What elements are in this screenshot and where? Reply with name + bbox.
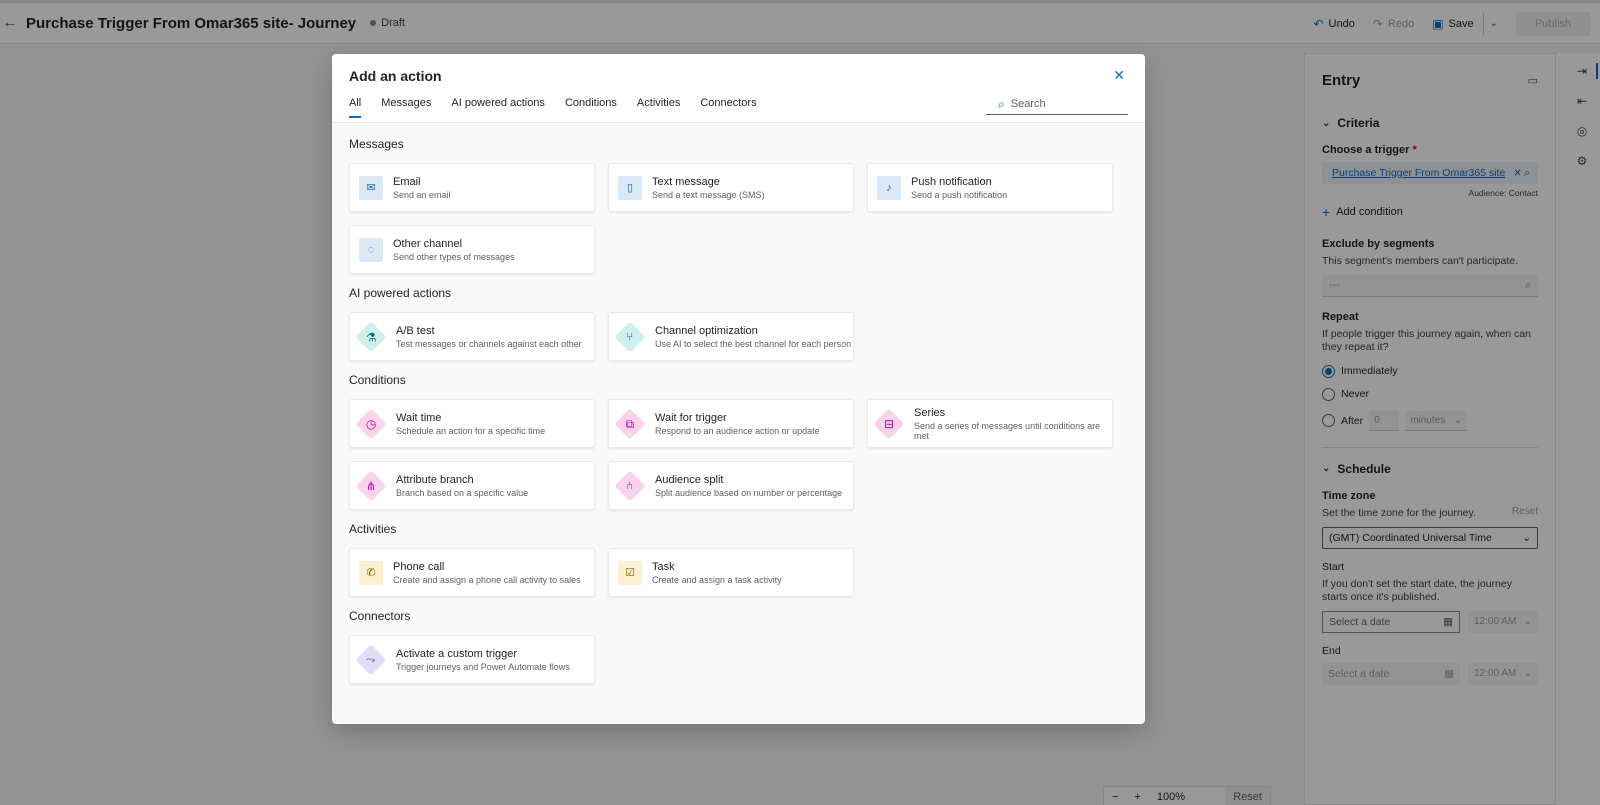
action-tabs: All Messages AI powered actions Conditio… xyxy=(349,97,757,118)
tab-connectors[interactable]: Connectors xyxy=(700,97,756,118)
card-desc: Send an email xyxy=(393,189,451,200)
close-icon[interactable]: ✕ xyxy=(1113,67,1125,84)
group-title-ai: AI powered actions xyxy=(349,286,452,300)
card-desc: Respond to an audience action or update xyxy=(655,425,820,436)
card-desc: Send a text message (SMS) xyxy=(652,189,765,200)
tab-conditions[interactable]: Conditions xyxy=(565,97,617,118)
search-placeholder: Search xyxy=(1010,98,1046,110)
card-name: Email xyxy=(393,175,421,188)
action-card-wait-for-trigger[interactable]: ⧉ Wait for trigger Respond to an audienc… xyxy=(608,399,854,448)
card-name: Push notification xyxy=(911,175,992,188)
action-card-phone-call[interactable]: ✆ Phone call Create and assign a phone c… xyxy=(349,548,595,597)
search-input[interactable]: ⌕ Search xyxy=(986,94,1128,115)
group-title-connectors: Connectors xyxy=(349,609,411,623)
card-name: Wait time xyxy=(396,411,442,424)
card-desc: Branch based on a specific value xyxy=(396,487,529,498)
bell-icon: ♪ xyxy=(877,175,901,200)
card-desc: Send a push notification xyxy=(911,189,1008,200)
tab-ai-powered-actions[interactable]: AI powered actions xyxy=(451,97,545,118)
phone-icon: ▯ xyxy=(618,175,642,200)
card-desc: Trigger journeys and Power Automate flow… xyxy=(396,661,570,672)
card-desc: Send a series of messages until conditio… xyxy=(914,420,1101,441)
action-card-ab-test[interactable]: ⚗ A/B test Test messages or channels aga… xyxy=(349,312,595,361)
series-icon: ⊟ xyxy=(873,407,905,440)
action-card-channel-optimization[interactable]: ⑂ Channel optimization Use AI to select … xyxy=(608,312,854,361)
card-name: Task xyxy=(652,560,675,573)
card-desc: Use AI to select the best channel for ea… xyxy=(655,338,852,349)
card-name: Other channel xyxy=(393,237,463,250)
card-desc: Test messages or channels against each o… xyxy=(396,338,582,349)
search-icon: ⌕ xyxy=(998,96,1005,111)
custom-trigger-icon: ⤳ xyxy=(355,643,387,676)
card-name: Phone call xyxy=(393,560,445,573)
channel-icon: ◌ xyxy=(359,237,383,262)
hierarchy-icon: ⋔ xyxy=(355,469,387,502)
tab-activities[interactable]: Activities xyxy=(637,97,680,118)
action-card-attribute-branch[interactable]: ⋔ Attribute branch Branch based on a spe… xyxy=(349,461,595,510)
action-card-push-notification[interactable]: ♪ Push notification Send a push notifica… xyxy=(867,163,1113,212)
card-desc: Schedule an action for a specific time xyxy=(396,425,546,436)
card-name: Channel optimization xyxy=(655,324,758,337)
action-card-email[interactable]: ✉ Email Send an email xyxy=(349,163,595,212)
action-card-wait-time[interactable]: ◷ Wait time Schedule an action for a spe… xyxy=(349,399,595,448)
timer-icon: ◷ xyxy=(355,407,387,440)
tab-all[interactable]: All xyxy=(349,97,362,118)
group-title-activities: Activities xyxy=(349,522,397,536)
card-name: Series xyxy=(914,406,946,419)
card-desc: Send other types of messages xyxy=(393,251,515,262)
card-name: Activate a custom trigger xyxy=(396,647,518,660)
action-card-text-message[interactable]: ▯ Text message Send a text message (SMS) xyxy=(608,163,854,212)
dialog-title: Add an action xyxy=(349,68,442,84)
split-icon: ⑃ xyxy=(614,469,646,502)
card-desc: Create and assign a task activity xyxy=(652,574,782,585)
flask-icon: ⚗ xyxy=(355,320,387,353)
action-card-task[interactable]: ☑ Task Create and assign a task activity xyxy=(608,548,854,597)
add-action-dialog: Add an action ✕ All Messages AI powered … xyxy=(332,54,1145,724)
branch-icon: ⑂ xyxy=(614,320,646,353)
card-desc: Split audience based on number or percen… xyxy=(655,487,843,498)
card-name: Text message xyxy=(652,175,720,188)
call-icon: ✆ xyxy=(359,560,383,585)
card-desc: Create and assign a phone call activity … xyxy=(393,574,581,585)
action-card-audience-split[interactable]: ⑃ Audience split Split audience based on… xyxy=(608,461,854,510)
task-icon: ☑ xyxy=(618,560,642,585)
action-card-series[interactable]: ⊟ Series Send a series of messages until… xyxy=(867,399,1113,448)
action-card-other-channel[interactable]: ◌ Other channel Send other types of mess… xyxy=(349,225,595,274)
action-card-custom-trigger[interactable]: ⤳ Activate a custom trigger Trigger jour… xyxy=(349,635,595,684)
tab-messages[interactable]: Messages xyxy=(381,97,431,118)
mail-icon: ✉ xyxy=(359,175,383,200)
card-name: Wait for trigger xyxy=(655,411,727,424)
card-name: Attribute branch xyxy=(396,473,474,486)
group-title-conditions: Conditions xyxy=(349,373,406,387)
card-name: Audience split xyxy=(655,473,724,486)
group-title-messages: Messages xyxy=(349,137,404,151)
trigger-icon: ⧉ xyxy=(614,407,646,440)
card-name: A/B test xyxy=(396,324,435,337)
